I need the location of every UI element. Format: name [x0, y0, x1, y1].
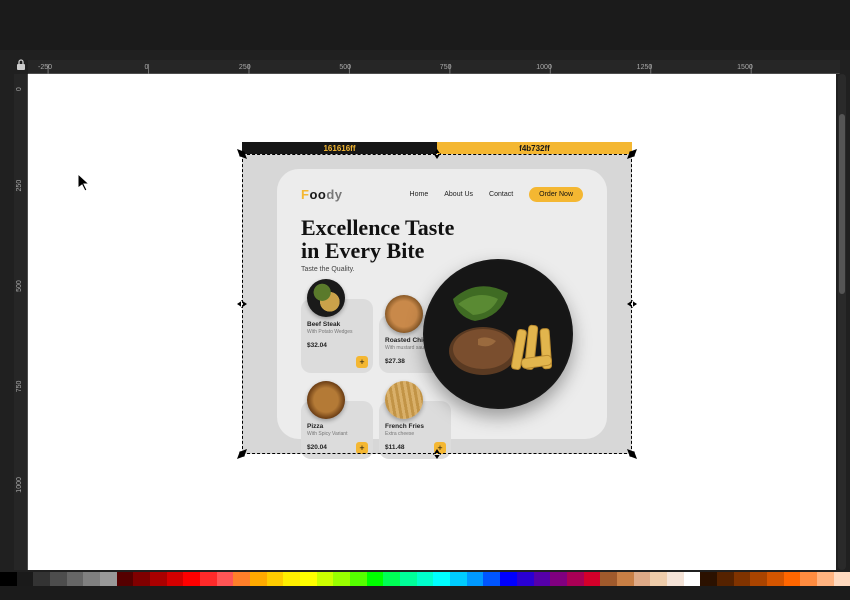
palette-swatch[interactable] — [667, 572, 684, 586]
handle-bl[interactable] — [237, 449, 247, 459]
palette-swatch[interactable] — [584, 572, 601, 586]
palette-swatch[interactable] — [250, 572, 267, 586]
palette-swatch[interactable] — [550, 572, 567, 586]
palette-swatch[interactable] — [534, 572, 551, 586]
palette-swatch[interactable] — [300, 572, 317, 586]
toolbar — [0, 0, 850, 50]
palette-swatch[interactable] — [700, 572, 717, 586]
palette-swatch[interactable] — [417, 572, 434, 586]
swatch-dark: 161616ff — [242, 142, 437, 154]
handle-left[interactable] — [237, 299, 247, 309]
palette-swatch[interactable] — [367, 572, 384, 586]
palette-swatch[interactable] — [817, 572, 834, 586]
palette-swatch[interactable] — [317, 572, 334, 586]
svg-text:500: 500 — [339, 64, 351, 71]
palette-swatch[interactable] — [433, 572, 450, 586]
svg-text:500: 500 — [16, 280, 23, 292]
palette-swatch[interactable] — [467, 572, 484, 586]
statusbar — [0, 586, 850, 600]
scrollbar-thumb[interactable] — [839, 114, 845, 294]
palette-swatch[interactable] — [83, 572, 100, 586]
palette-swatch[interactable] — [784, 572, 801, 586]
palette-swatch[interactable] — [684, 572, 701, 586]
svg-text:1000: 1000 — [16, 477, 23, 493]
palette-swatch[interactable] — [734, 572, 751, 586]
handle-tl[interactable] — [237, 149, 247, 159]
svg-text:250: 250 — [16, 180, 23, 192]
palette-swatch[interactable] — [100, 572, 117, 586]
swatch-gold: f4b732ff — [437, 142, 632, 154]
palette-swatch[interactable] — [567, 572, 584, 586]
palette-swatch[interactable] — [750, 572, 767, 586]
palette-swatch[interactable] — [133, 572, 150, 586]
palette-swatch[interactable] — [50, 572, 67, 586]
svg-text:1250: 1250 — [637, 64, 653, 71]
palette-swatch[interactable] — [634, 572, 651, 586]
palette-swatch[interactable] — [200, 572, 217, 586]
palette-swatch[interactable] — [500, 572, 517, 586]
handle-top[interactable] — [432, 149, 442, 159]
palette-swatch[interactable] — [33, 572, 50, 586]
svg-text:1500: 1500 — [737, 64, 753, 71]
palette-swatch[interactable] — [350, 572, 367, 586]
palette-swatch[interactable] — [233, 572, 250, 586]
app-frame: -250 0 250 500 750 1000 1250 1500 0 250 500… — [0, 0, 850, 600]
ruler-horizontal[interactable]: -250 0 250 500 750 1000 1250 1500 — [28, 60, 840, 74]
selection-bbox[interactable] — [242, 154, 632, 454]
palette-swatch[interactable] — [717, 572, 734, 586]
palette-swatch[interactable] — [767, 572, 784, 586]
palette-swatch[interactable] — [383, 572, 400, 586]
handle-right[interactable] — [627, 299, 637, 309]
palette-swatch[interactable] — [450, 572, 467, 586]
palette-swatch[interactable] — [217, 572, 234, 586]
svg-text:0: 0 — [145, 64, 149, 71]
palette-swatch[interactable] — [183, 572, 200, 586]
scrollbar-vertical[interactable] — [838, 74, 846, 570]
handle-bottom[interactable] — [432, 449, 442, 459]
palette-swatch[interactable] — [0, 572, 17, 586]
palette[interactable] — [0, 572, 850, 586]
palette-swatch[interactable] — [167, 572, 184, 586]
palette-swatch[interactable] — [400, 572, 417, 586]
palette-swatch[interactable] — [17, 572, 34, 586]
handle-tr[interactable] — [627, 149, 637, 159]
palette-swatch[interactable] — [617, 572, 634, 586]
palette-swatch[interactable] — [117, 572, 134, 586]
svg-text:750: 750 — [440, 64, 452, 71]
palette-swatch[interactable] — [650, 572, 667, 586]
lock-icon[interactable] — [16, 58, 26, 70]
palette-swatch[interactable] — [283, 572, 300, 586]
palette-swatch[interactable] — [517, 572, 534, 586]
palette-swatch[interactable] — [267, 572, 284, 586]
svg-text:250: 250 — [239, 64, 251, 71]
palette-swatch[interactable] — [834, 572, 850, 586]
palette-swatch[interactable] — [600, 572, 617, 586]
ruler-h-label: -250 — [38, 64, 52, 71]
svg-text:0: 0 — [16, 87, 23, 91]
palette-swatch[interactable] — [150, 572, 167, 586]
palette-swatch[interactable] — [67, 572, 84, 586]
handle-br[interactable] — [627, 449, 637, 459]
canvas[interactable]: 161616ff f4b732ff Foody Home About Us Co… — [28, 74, 836, 570]
ruler-vertical[interactable]: 0 250 500 750 1000 — [14, 74, 28, 570]
cursor-icon — [78, 174, 90, 192]
palette-swatch[interactable] — [800, 572, 817, 586]
palette-swatch[interactable] — [483, 572, 500, 586]
svg-text:1000: 1000 — [536, 64, 552, 71]
palette-swatch[interactable] — [333, 572, 350, 586]
svg-text:750: 750 — [16, 380, 23, 392]
